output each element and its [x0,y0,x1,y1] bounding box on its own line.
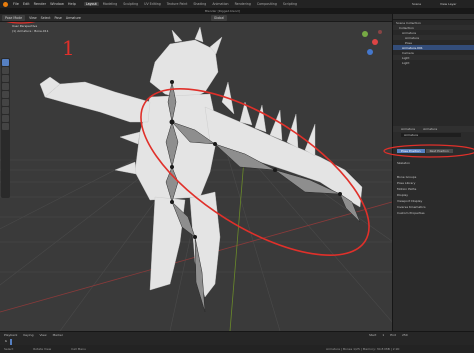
blender-logo-icon[interactable] [3,1,8,7]
timeline-marker[interactable]: Marker [53,333,63,337]
timeline-view[interactable]: View [39,333,46,337]
tab-compositing[interactable]: Compositing [255,2,279,6]
measure-tool-icon[interactable] [2,115,9,122]
end-frame-field[interactable]: 250 [402,333,408,337]
move-tool-icon[interactable] [2,75,9,82]
armature-name-field[interactable]: Armature [401,133,461,137]
transform-tool-icon[interactable] [2,99,9,106]
scene-selector[interactable]: Scene [412,2,421,6]
status-stats: Armature | Bones 1/25 | Memory: 30.8 MiB… [325,347,400,351]
menu-edit[interactable]: Edit [23,2,30,6]
timeline[interactable]: Playback Keying View Marker Start 1 End … [0,331,474,345]
pose-annotation-ellipse [383,144,474,158]
tab-armature[interactable]: Armature [401,127,415,131]
viewport-header: Pose Mode View Select Pose Armature Glob… [0,14,392,22]
timeline-keying[interactable]: Keying [23,333,33,337]
view-layer-selector[interactable]: View Layer [440,2,456,6]
properties-panel: Armature Armature Armature Pose Position… [383,126,474,331]
end-label: End [390,333,396,337]
tab-texture-paint[interactable]: Texture Paint [165,2,190,6]
name-row: Armature [393,132,474,138]
mode-annotation-circle [6,22,36,24]
timeline-playback[interactable]: Playback [4,333,17,337]
annotate-tool-icon[interactable] [2,107,9,114]
y-axis-line [229,146,246,331]
tab-modeling[interactable]: Modeling [101,2,120,6]
mode-dropdown[interactable]: Pose Mode [2,14,26,21]
section-custom-properties[interactable]: Custom Properties [393,210,474,216]
menu-pose[interactable]: Pose [55,16,62,20]
tab-uv-editing[interactable]: UV Editing [142,2,163,6]
status-rotate-hint: Rotate View [33,347,52,351]
menu-help[interactable]: Help [68,2,76,6]
tool-shelf [1,58,10,198]
menu-view[interactable]: View [29,16,37,20]
viewport-info-object: (1) Armature : Bone.011 [12,29,49,33]
top-menu-bar: File Edit Render Window Help Layout Mode… [0,0,474,8]
roll-tool-icon[interactable] [2,123,9,130]
scale-tool-icon[interactable] [2,91,9,98]
menu-select[interactable]: Select [41,16,51,20]
tab-shading[interactable]: Shading [191,2,208,6]
cursor-tool-icon[interactable] [2,67,9,74]
current-frame-label: 1 [5,339,7,343]
start-label: Start [368,333,377,337]
menu-window[interactable]: Window [50,2,64,6]
status-select-hint: Select [4,347,14,351]
menu-file[interactable]: File [13,2,19,6]
select-box-tool-icon[interactable] [2,59,9,66]
rotate-tool-icon[interactable] [2,83,9,90]
creature-mesh[interactable] [39,26,363,298]
tab-scripting[interactable]: Scripting [281,2,299,6]
menu-render[interactable]: Render [34,2,46,6]
transform-orientation-dropdown[interactable]: Global [210,14,228,21]
status-bar: Select Rotate View Call Menu Armature | … [0,345,474,353]
start-frame-field[interactable]: 1 [382,333,384,337]
navigation-gizmo[interactable] [362,30,382,55]
tab-sculpting[interactable]: Sculpting [121,2,140,6]
outliner-panel: Scene Collection Collection Armature Arm… [392,14,474,126]
outliner-row[interactable]: Light [393,60,474,65]
tab-layout[interactable]: Layout [83,2,99,6]
tab-animation[interactable]: Animation [210,2,230,6]
annotation-number: 1 [62,36,75,60]
window-title: Blender [Rigged.blend] [205,9,240,13]
tab-rendering[interactable]: Rendering [233,2,253,6]
viewport-canvas[interactable] [0,22,392,331]
menu-armature[interactable]: Armature [66,16,81,20]
3d-viewport[interactable]: User Perspective (1) Armature : Bone.011… [0,22,392,331]
tab-armature-data[interactable]: Armature [423,127,437,131]
viewport-info-perspective: User Perspective [12,24,38,28]
status-menu-hint: Call Menu [71,347,86,351]
